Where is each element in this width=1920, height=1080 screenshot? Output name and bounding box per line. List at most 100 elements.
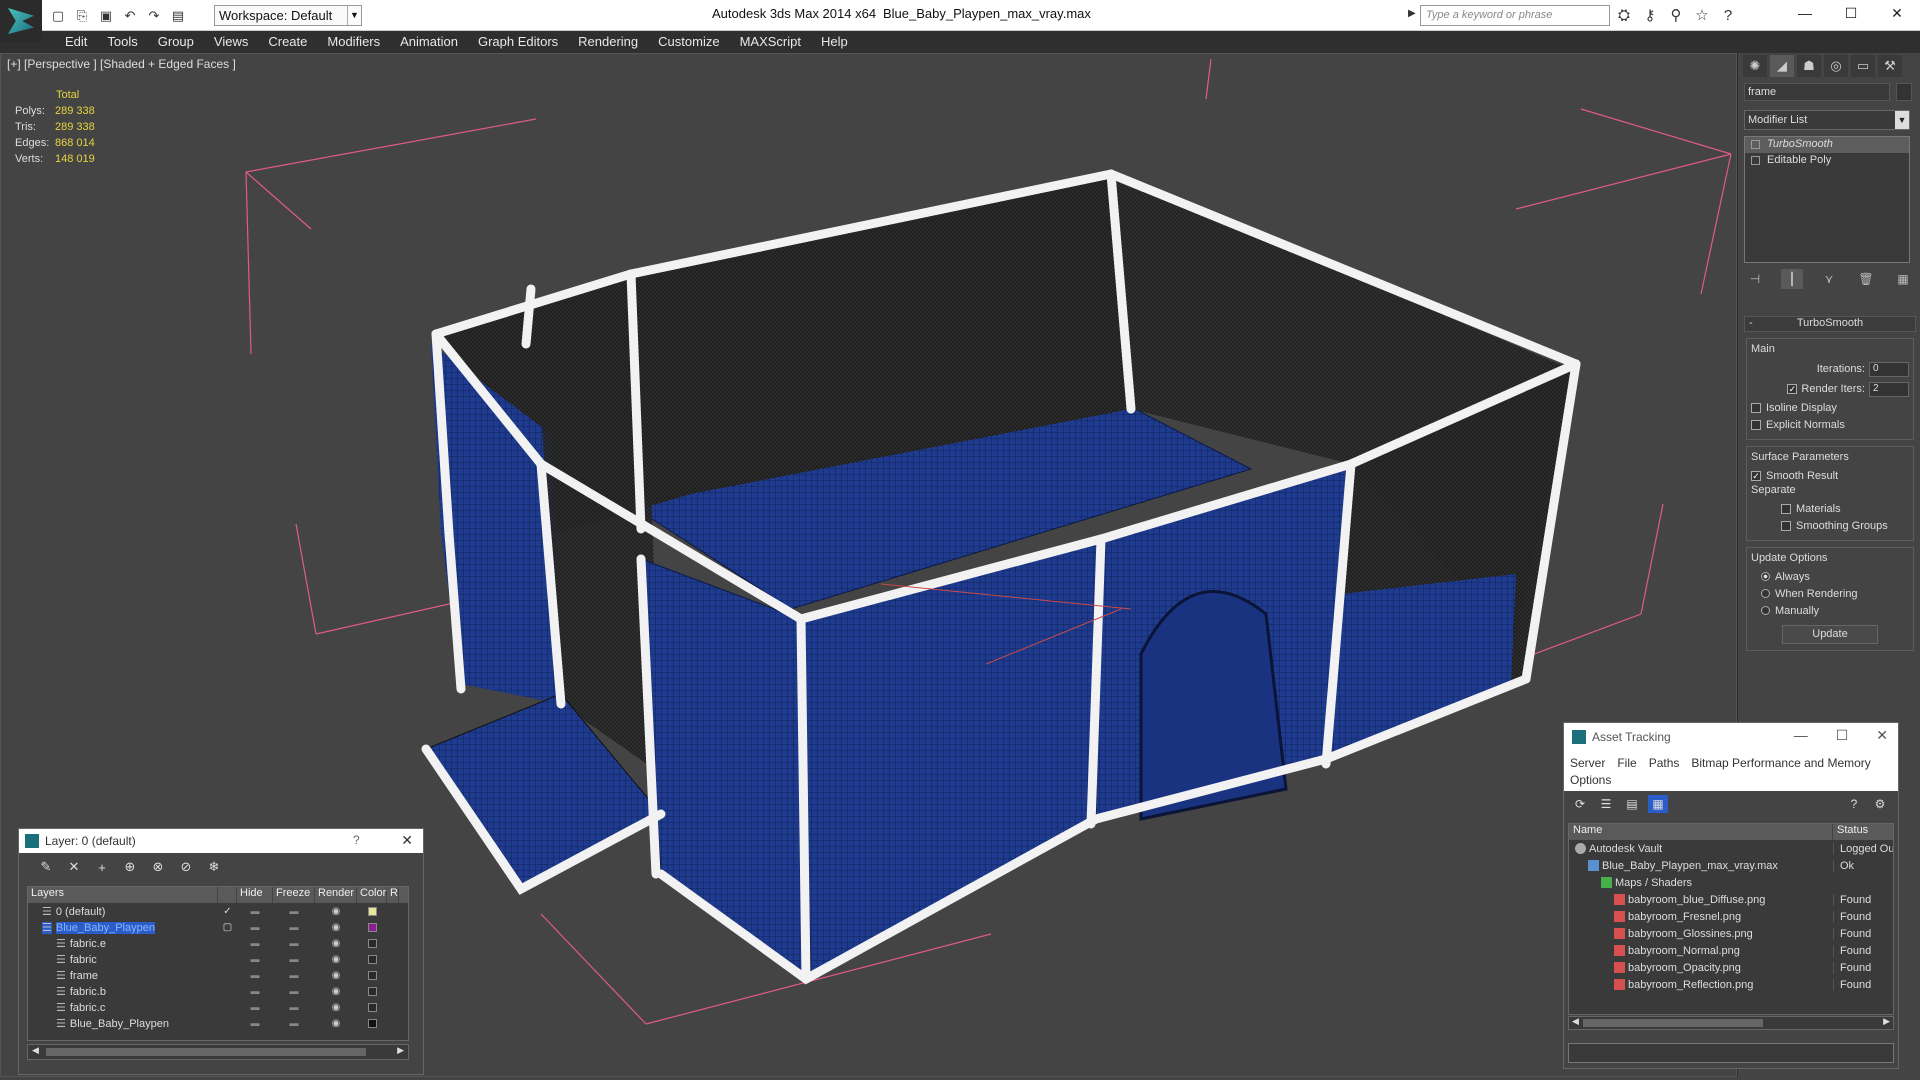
scroll-right-icon[interactable]: ▶ — [397, 1045, 404, 1056]
maximize-icon[interactable]: ☐ — [1836, 727, 1849, 744]
render-iters-spinner[interactable]: 2 — [1869, 381, 1909, 397]
list-view-icon[interactable]: ☰ — [1596, 795, 1616, 813]
layer-color-swatch[interactable] — [367, 922, 377, 932]
modifier-list-dropdown[interactable]: Modifier List ▼ — [1744, 110, 1910, 130]
new-file-icon[interactable]: ▢ — [48, 7, 68, 25]
motion-tab-icon[interactable]: ◎ — [1824, 55, 1848, 77]
search-expand-icon[interactable]: ▶ — [1408, 8, 1416, 19]
bulb-icon[interactable] — [1751, 140, 1760, 149]
layer-row[interactable]: ☰ fabric.c ▬ ▬ ◉ — [28, 999, 408, 1015]
new-layer-icon[interactable]: ✎ — [35, 858, 57, 876]
layer-freeze-toggle[interactable]: ▬ — [273, 906, 315, 916]
layer-row[interactable]: ☰ fabric ▬ ▬ ◉ — [28, 951, 408, 967]
asset-horizontal-scrollbar[interactable]: ◀ ▶ — [1568, 1016, 1894, 1030]
close-button[interactable]: ✕ — [1874, 0, 1920, 26]
user-icon[interactable]: ⚲ — [1666, 6, 1686, 24]
freeze-all-icon[interactable]: ❄ — [203, 858, 225, 876]
layer-color-swatch[interactable] — [367, 986, 377, 996]
layer-row[interactable]: ☰ frame ▬ ▬ ◉ — [28, 967, 408, 983]
teapot-render-icon[interactable]: ◉ — [315, 1018, 357, 1029]
layer-name[interactable]: ☰ Blue_Baby_Playpen — [28, 921, 218, 934]
remove-modifier-icon[interactable]: 🗑 — [1855, 269, 1877, 289]
workspace-dropdown[interactable]: Workspace: Default ▼ — [214, 5, 362, 26]
layer-color-cell[interactable] — [357, 922, 387, 932]
expand-icon[interactable] — [1751, 156, 1760, 165]
scrollbar-thumb[interactable] — [46, 1048, 366, 1056]
asset-row[interactable]: Maps / Shaders — [1569, 874, 1893, 891]
menu-modifiers[interactable]: Modifiers — [317, 31, 390, 53]
layer-hide-toggle[interactable]: ▬ — [237, 922, 273, 932]
close-icon[interactable]: ✕ — [401, 832, 413, 849]
menu-graph-editors[interactable]: Graph Editors — [468, 31, 568, 53]
display-tab-icon[interactable]: ▭ — [1851, 55, 1875, 77]
asset-name[interactable]: babyroom_Opacity.png — [1569, 961, 1833, 974]
asset-row[interactable]: babyroom_Fresnel.png Found — [1569, 908, 1893, 925]
menu-maxscript[interactable]: MAXScript — [730, 31, 811, 53]
table-view-icon[interactable]: ▦ — [1648, 795, 1668, 813]
stack-item-turbosmooth[interactable]: TurboSmooth — [1745, 137, 1909, 153]
asset-name[interactable]: babyroom_Reflection.png — [1569, 978, 1833, 991]
teapot-render-icon[interactable]: ◉ — [315, 954, 357, 965]
asset-row[interactable]: babyroom_Normal.png Found — [1569, 942, 1893, 959]
maximize-button[interactable]: ☐ — [1828, 0, 1874, 26]
layer-freeze-toggle[interactable]: ▬ — [273, 986, 315, 996]
menu-edit[interactable]: Edit — [55, 31, 97, 53]
layer-color-cell[interactable] — [357, 938, 387, 948]
app-logo[interactable] — [0, 0, 42, 42]
delete-layer-icon[interactable]: ✕ — [63, 858, 85, 876]
layer-color-swatch[interactable] — [367, 906, 377, 916]
configure-sets-icon[interactable]: ▦ — [1892, 269, 1914, 289]
settings-icon[interactable]: ⚙ — [1870, 795, 1890, 813]
help-icon[interactable]: ? — [1844, 795, 1864, 813]
smooth-result-checkbox[interactable]: ✓ — [1751, 470, 1761, 481]
asset-row[interactable]: babyroom_blue_Diffuse.png Found — [1569, 891, 1893, 908]
asset-name[interactable]: babyroom_Normal.png — [1569, 944, 1833, 957]
asset-menu-bitmap[interactable]: Bitmap Performance and Memory — [1691, 755, 1870, 772]
binoculars-icon[interactable]: ⛭ — [1614, 6, 1634, 24]
asset-name[interactable]: babyroom_Fresnel.png — [1569, 910, 1833, 923]
undo-icon[interactable]: ↶ — [120, 7, 140, 25]
layer-name[interactable]: ☰ Blue_Baby_Playpen — [28, 1017, 218, 1030]
teapot-render-icon[interactable]: ◉ — [315, 970, 357, 981]
menu-help[interactable]: Help — [811, 31, 858, 53]
hide-all-icon[interactable]: ⊘ — [175, 858, 197, 876]
menu-create[interactable]: Create — [258, 31, 317, 53]
update-button[interactable]: Update — [1782, 625, 1878, 644]
layer-color-swatch[interactable] — [367, 1018, 377, 1028]
menu-group[interactable]: Group — [148, 31, 204, 53]
asset-name[interactable]: babyroom_blue_Diffuse.png — [1569, 893, 1833, 906]
explicit-normals-checkbox[interactable] — [1751, 419, 1761, 430]
isoline-checkbox[interactable] — [1751, 402, 1761, 413]
scroll-left-icon[interactable]: ◀ — [32, 1045, 39, 1056]
refresh-icon[interactable]: ⟳ — [1570, 795, 1590, 813]
col-status[interactable]: Status — [1833, 824, 1893, 840]
col-color[interactable]: Color — [357, 887, 387, 903]
project-folder-icon[interactable]: ▤ — [168, 7, 188, 25]
layer-color-cell[interactable] — [357, 1018, 387, 1028]
teapot-render-icon[interactable]: ◉ — [315, 986, 357, 997]
menu-tools[interactable]: Tools — [97, 31, 147, 53]
asset-row[interactable]: babyroom_Glossines.png Found — [1569, 925, 1893, 942]
layer-color-swatch[interactable] — [367, 970, 377, 980]
iterations-spinner[interactable]: 0 — [1869, 361, 1909, 377]
layer-color-cell[interactable] — [357, 954, 387, 964]
asset-row[interactable]: babyroom_Opacity.png Found — [1569, 959, 1893, 976]
search-input[interactable]: Type a keyword or phrase — [1420, 5, 1610, 26]
teapot-render-icon[interactable]: ◉ — [315, 1002, 357, 1013]
col-render[interactable]: Render — [315, 887, 357, 903]
add-to-layer-icon[interactable]: + — [91, 858, 113, 876]
redo-icon[interactable]: ↷ — [144, 7, 164, 25]
layer-freeze-toggle[interactable]: ▬ — [273, 970, 315, 980]
layer-color-cell[interactable] — [357, 970, 387, 980]
layer-color-cell[interactable] — [357, 906, 387, 916]
layer-freeze-toggle[interactable]: ▬ — [273, 954, 315, 964]
layer-row[interactable]: ☰ 0 (default) ✓ ▬ ▬ ◉ — [28, 903, 408, 919]
asset-row[interactable]: babyroom_Reflection.png Found — [1569, 976, 1893, 993]
layer-color-swatch[interactable] — [367, 938, 377, 948]
layer-hide-toggle[interactable]: ▬ — [237, 938, 273, 948]
scrollbar-thumb[interactable] — [1583, 1019, 1763, 1027]
minimize-button[interactable]: — — [1782, 0, 1828, 26]
col-layers[interactable]: Layers — [28, 887, 218, 903]
turbosmooth-rollout-header[interactable]: - TurboSmooth — [1744, 316, 1916, 332]
layer-hide-toggle[interactable]: ▬ — [237, 906, 273, 916]
